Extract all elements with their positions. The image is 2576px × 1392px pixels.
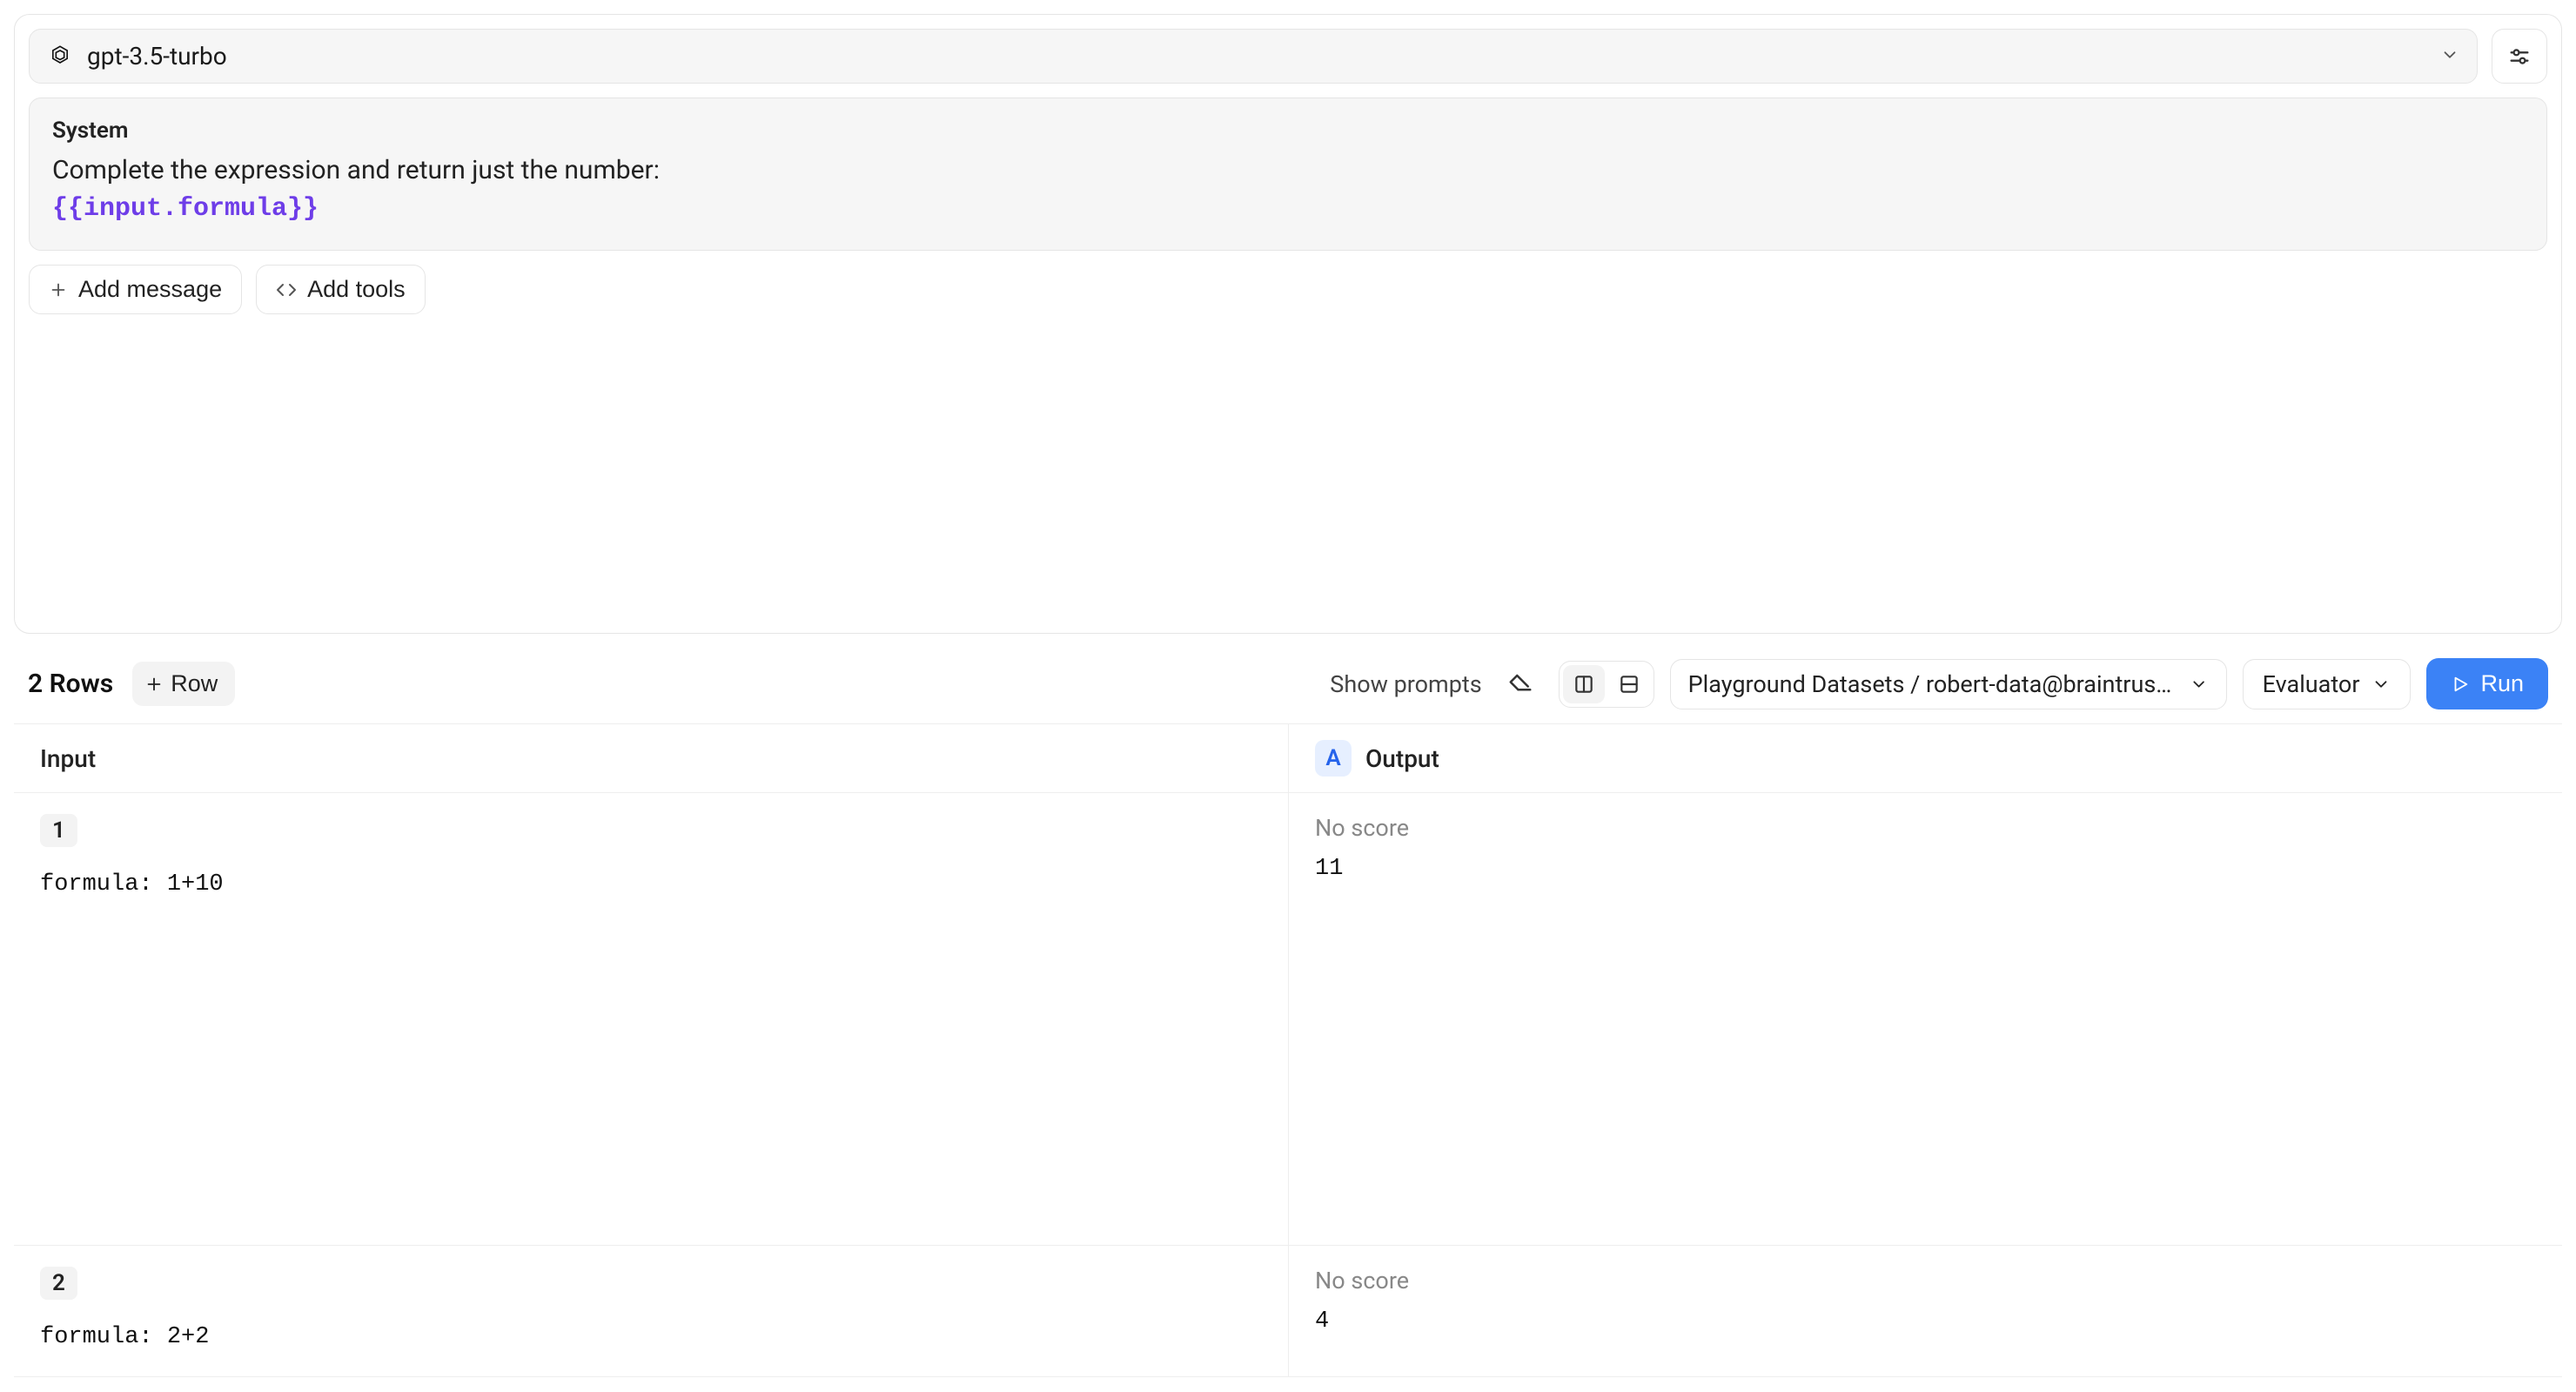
columns-icon — [1573, 673, 1595, 696]
editor-panel: gpt-3.5-turbo — [14, 14, 2562, 634]
score-label: No score — [1315, 814, 2536, 842]
eraser-icon — [1507, 671, 1533, 697]
layout-columns-button[interactable] — [1563, 665, 1605, 703]
system-prompt-text: Complete the expression and return just … — [52, 155, 660, 185]
model-selector[interactable]: gpt-3.5-turbo — [29, 29, 2478, 84]
row-number: 1 — [40, 814, 77, 847]
rows-icon — [1618, 673, 1640, 696]
toolbar: 2 Rows Row Show prompts — [14, 658, 2562, 723]
output-value: 11 — [1315, 856, 2536, 882]
evaluator-label: Evaluator — [2263, 670, 2360, 698]
chevron-down-icon — [2440, 42, 2459, 71]
row-number: 2 — [40, 1267, 77, 1300]
formula-text: formula: 1+10 — [40, 871, 1262, 898]
openai-icon — [47, 44, 73, 70]
add-row-button[interactable]: Row — [132, 662, 235, 706]
plus-icon — [144, 675, 164, 694]
run-button[interactable]: Run — [2426, 658, 2548, 709]
settings-button[interactable] — [2492, 29, 2547, 84]
plus-icon — [49, 280, 68, 299]
column-header-input: Input — [14, 724, 1288, 792]
input-header-label: Input — [40, 744, 96, 773]
add-row-label: Row — [171, 670, 218, 697]
add-tools-button[interactable]: Add tools — [256, 265, 426, 314]
run-label: Run — [2480, 670, 2524, 697]
column-header-output: A Output — [1288, 724, 2562, 792]
erase-button[interactable] — [1498, 662, 1543, 707]
input-cell: 1 formula: 1+10 — [14, 793, 1288, 1245]
chevron-down-icon — [2371, 675, 2391, 694]
code-icon — [276, 279, 297, 300]
table-row[interactable]: 1 formula: 1+10 No score 11 — [14, 793, 2562, 1246]
output-header-label: Output — [1365, 744, 1439, 773]
formula-text: formula: 2+2 — [40, 1324, 1262, 1350]
chevron-down-icon — [2190, 675, 2208, 694]
add-message-button[interactable]: Add message — [29, 265, 242, 314]
layout-toggle — [1559, 661, 1654, 708]
output-cell: No score 4 — [1288, 1246, 2562, 1376]
add-tools-label: Add tools — [307, 276, 406, 303]
table-row[interactable]: 2 formula: 2+2 No score 4 — [14, 1246, 2562, 1377]
system-message-box[interactable]: System Complete the expression and retur… — [29, 98, 2547, 251]
input-cell: 2 formula: 2+2 — [14, 1246, 1288, 1376]
dataset-dropdown[interactable]: Playground Datasets / robert-data@braint… — [1670, 659, 2227, 709]
rows-count-label: 2 Rows — [28, 669, 113, 699]
output-cell: No score 11 — [1288, 793, 2562, 1245]
add-message-label: Add message — [78, 276, 222, 303]
layout-rows-button[interactable] — [1608, 665, 1650, 703]
dataset-label: Playground Datasets / robert-data@braint… — [1688, 670, 2178, 698]
system-text: Complete the expression and return just … — [52, 152, 2524, 227]
show-prompts-toggle[interactable]: Show prompts — [1330, 670, 1481, 698]
output-value: 4 — [1315, 1308, 2536, 1335]
table-header: Input A Output — [14, 723, 2562, 793]
play-icon — [2451, 675, 2470, 694]
output-badge: A — [1315, 740, 1352, 777]
score-label: No score — [1315, 1267, 2536, 1294]
system-variable: {{input.formula}} — [52, 194, 319, 224]
model-name: gpt-3.5-turbo — [87, 42, 227, 71]
evaluator-dropdown[interactable]: Evaluator — [2243, 659, 2412, 709]
system-label: System — [52, 118, 2524, 144]
